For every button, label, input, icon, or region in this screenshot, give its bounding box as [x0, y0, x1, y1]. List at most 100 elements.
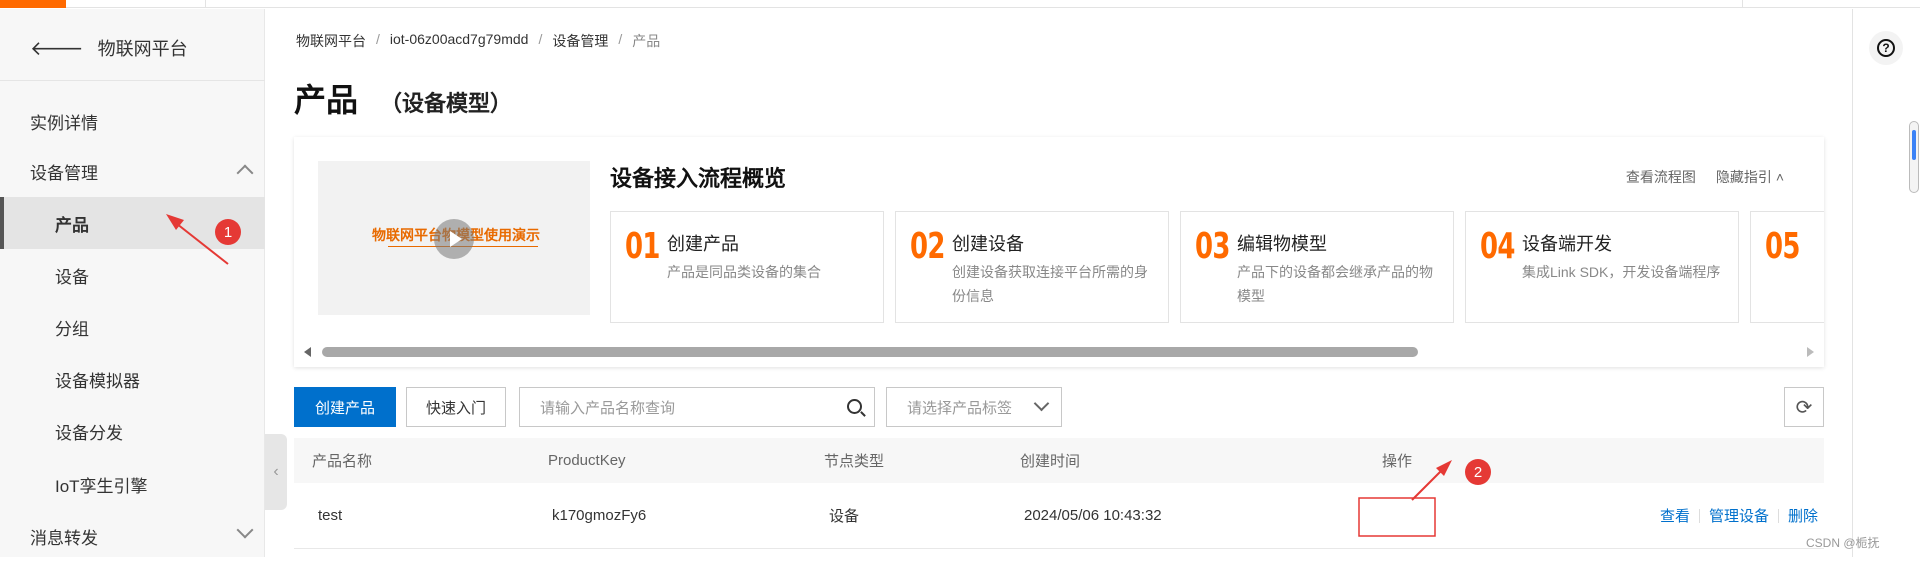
play-icon[interactable]	[434, 219, 474, 259]
breadcrumb-item-current: 产品	[632, 33, 661, 49]
guide-links: 查看流程图 隐藏指引 ˄	[1626, 167, 1784, 187]
step-card[interactable]: 01 创建产品 产品是同品类设备的集合	[610, 211, 884, 323]
watermark: CSDN @栀抚	[1806, 536, 1880, 550]
back-label: 物联网平台	[97, 39, 188, 59]
column-header-node-type: 节点类型	[824, 453, 885, 470]
sidebar-item-instance-detail[interactable]: 实例详情	[0, 95, 265, 147]
guide-title: 设备接入流程概览	[610, 166, 787, 191]
step-card[interactable]: 03 编辑物模型 产品下的设备都会继承产品的物模型	[1180, 211, 1454, 323]
breadcrumb-item-platform[interactable]: 物联网平台	[296, 31, 366, 51]
action-divider	[1699, 508, 1701, 523]
annotation-badge: 1	[215, 219, 241, 245]
page-title: 产品 （设备模型）	[294, 75, 512, 121]
scroll-right-icon[interactable]	[1807, 347, 1814, 357]
top-bar-segment	[66, 0, 206, 8]
help-button[interactable]: ?	[1869, 31, 1903, 65]
guide-horizontal-scrollbar[interactable]	[304, 345, 1814, 359]
table-header: 产品名称 ProductKey 节点类型 创建时间 操作	[294, 438, 1824, 483]
step-description: 创建设备获取连接平台所需的身份信息	[952, 264, 1148, 304]
sidebar-item-device-distribution[interactable]: 设备分发	[0, 405, 265, 457]
view-flowchart-link[interactable]: 查看流程图	[1626, 167, 1696, 187]
back-to-platform-link[interactable]: 🡐 物联网平台	[30, 35, 188, 61]
demo-video-thumbnail[interactable]: 物联网平台物模型使用演示	[318, 161, 590, 315]
breadcrumb-separator: /	[618, 31, 623, 47]
step-title: 创建产品	[667, 234, 739, 254]
tag-select-placeholder: 请选择产品标签	[907, 399, 1013, 417]
vertical-scrollbar[interactable]	[1909, 121, 1919, 193]
chevron-up-icon	[236, 164, 254, 182]
search-icon[interactable]	[847, 399, 862, 414]
quick-start-button[interactable]: 快速入门	[406, 387, 506, 427]
sidebar-item-label: 实例详情	[30, 113, 98, 133]
node-type-cell: 设备	[829, 508, 860, 525]
step-description: 集成Link SDK，开发设备端程序	[1522, 264, 1721, 280]
hide-guide-link[interactable]: 隐藏指引 ˄	[1716, 167, 1784, 187]
step-description: 产品下的设备都会继承产品的物模型	[1237, 264, 1433, 304]
sidebar-item-label: 产品	[55, 215, 89, 235]
step-title: 编辑物模型	[1237, 234, 1327, 254]
scroll-left-icon[interactable]	[304, 347, 311, 357]
page-title-text: 产品	[294, 82, 359, 118]
product-search-input[interactable]: 请输入产品名称查询	[519, 387, 875, 427]
sidebar-item-message-forwarding[interactable]: 消息转发	[0, 510, 265, 562]
sidebar-item-label: 设备分发	[55, 423, 123, 443]
product-toolbar: 创建产品 快速入门 请输入产品名称查询 请选择产品标签 ⟳	[294, 387, 1824, 427]
column-header-actions: 操作	[1382, 453, 1413, 470]
step-card[interactable]: 05	[1750, 211, 1824, 323]
step-description: 产品是同品类设备的集合	[667, 264, 821, 280]
sidebar-item-group[interactable]: 分组	[0, 301, 265, 353]
create-product-button[interactable]: 创建产品	[294, 387, 396, 427]
sidebar-item-label: 设备模拟器	[55, 371, 140, 391]
main-content: 物联网平台 / iot-06z00acd7g79mdd / 设备管理 / 产品 …	[266, 9, 1852, 557]
sidebar-item-iot-twin-engine[interactable]: IoT孪生引擎	[0, 458, 265, 510]
step-number: 02	[910, 226, 945, 267]
created-time-cell: 2024/05/06 10:43:32	[1024, 507, 1162, 524]
top-nav-bar	[0, 0, 1920, 8]
step-number: 03	[1195, 226, 1230, 267]
top-bar-accent	[0, 0, 66, 8]
breadcrumb-separator: /	[376, 31, 380, 47]
right-utility-bar: ?	[1852, 9, 1920, 557]
sidebar-item-label: IoT孪生引擎	[55, 476, 148, 496]
table-row: test k170gmozFy6 设备 2024/05/06 10:43:32 …	[294, 483, 1824, 549]
sidebar-item-label: 分组	[55, 319, 89, 339]
manage-devices-link[interactable]: 管理设备	[1709, 505, 1769, 526]
sidebar-item-label: 设备管理	[30, 163, 98, 183]
view-button[interactable]: 查看	[1660, 505, 1690, 526]
breadcrumb-item-instance[interactable]: iot-06z00acd7g79mdd	[390, 31, 529, 51]
sidebar: 🡐 物联网平台 实例详情 设备管理 产品 设备 分组 设备模拟器 设备分发 Io…	[0, 9, 265, 557]
productkey-cell: k170gmozFy6	[552, 507, 647, 524]
hide-guide-label: 隐藏指引	[1715, 169, 1772, 185]
chevron-down-icon	[1033, 395, 1050, 412]
action-divider	[1778, 508, 1780, 523]
step-title: 设备端开发	[1522, 234, 1612, 254]
column-header-created-time: 创建时间	[1020, 453, 1081, 470]
product-table: 产品名称 ProductKey 节点类型 创建时间 操作 test k170gm…	[294, 438, 1824, 549]
sidebar-item-device[interactable]: 设备	[0, 249, 265, 301]
step-title: 创建设备	[952, 234, 1024, 254]
column-header-name: 产品名称	[312, 453, 373, 470]
refresh-button[interactable]: ⟳	[1784, 387, 1824, 427]
scrollbar-thumb[interactable]	[322, 347, 1418, 357]
chevron-down-icon	[236, 521, 254, 539]
annotation-badge: 2	[1465, 459, 1491, 485]
search-placeholder: 请输入产品名称查询	[540, 399, 676, 417]
page-subtitle: （设备模型）	[380, 91, 513, 116]
sidebar-item-label: 设备	[55, 267, 89, 287]
step-card[interactable]: 02 创建设备 创建设备获取连接平台所需的身份信息	[895, 211, 1169, 323]
breadcrumb-item-device-management[interactable]: 设备管理	[552, 31, 608, 51]
step-card[interactable]: 04 设备端开发 集成Link SDK，开发设备端程序	[1465, 211, 1739, 323]
delete-link[interactable]: 删除	[1788, 505, 1818, 526]
product-tag-select[interactable]: 请选择产品标签	[886, 387, 1062, 427]
sidebar-item-label: 消息转发	[30, 528, 98, 548]
breadcrumb-separator: /	[538, 31, 543, 47]
sidebar-item-device-management[interactable]: 设备管理	[0, 145, 265, 197]
question-icon: ?	[1877, 39, 1895, 57]
row-actions: 查看 管理设备 删除	[1660, 483, 1818, 548]
top-bar-divider	[1742, 0, 1743, 8]
sidebar-item-device-simulator[interactable]: 设备模拟器	[0, 353, 265, 405]
step-number: 01	[625, 226, 660, 267]
product-name-cell: test	[318, 507, 343, 524]
chevron-up-icon: ˄	[1775, 169, 1784, 185]
guide-steps: 01 创建产品 产品是同品类设备的集合 02 创建设备 创建设备获取连接平台所需…	[610, 211, 1824, 323]
